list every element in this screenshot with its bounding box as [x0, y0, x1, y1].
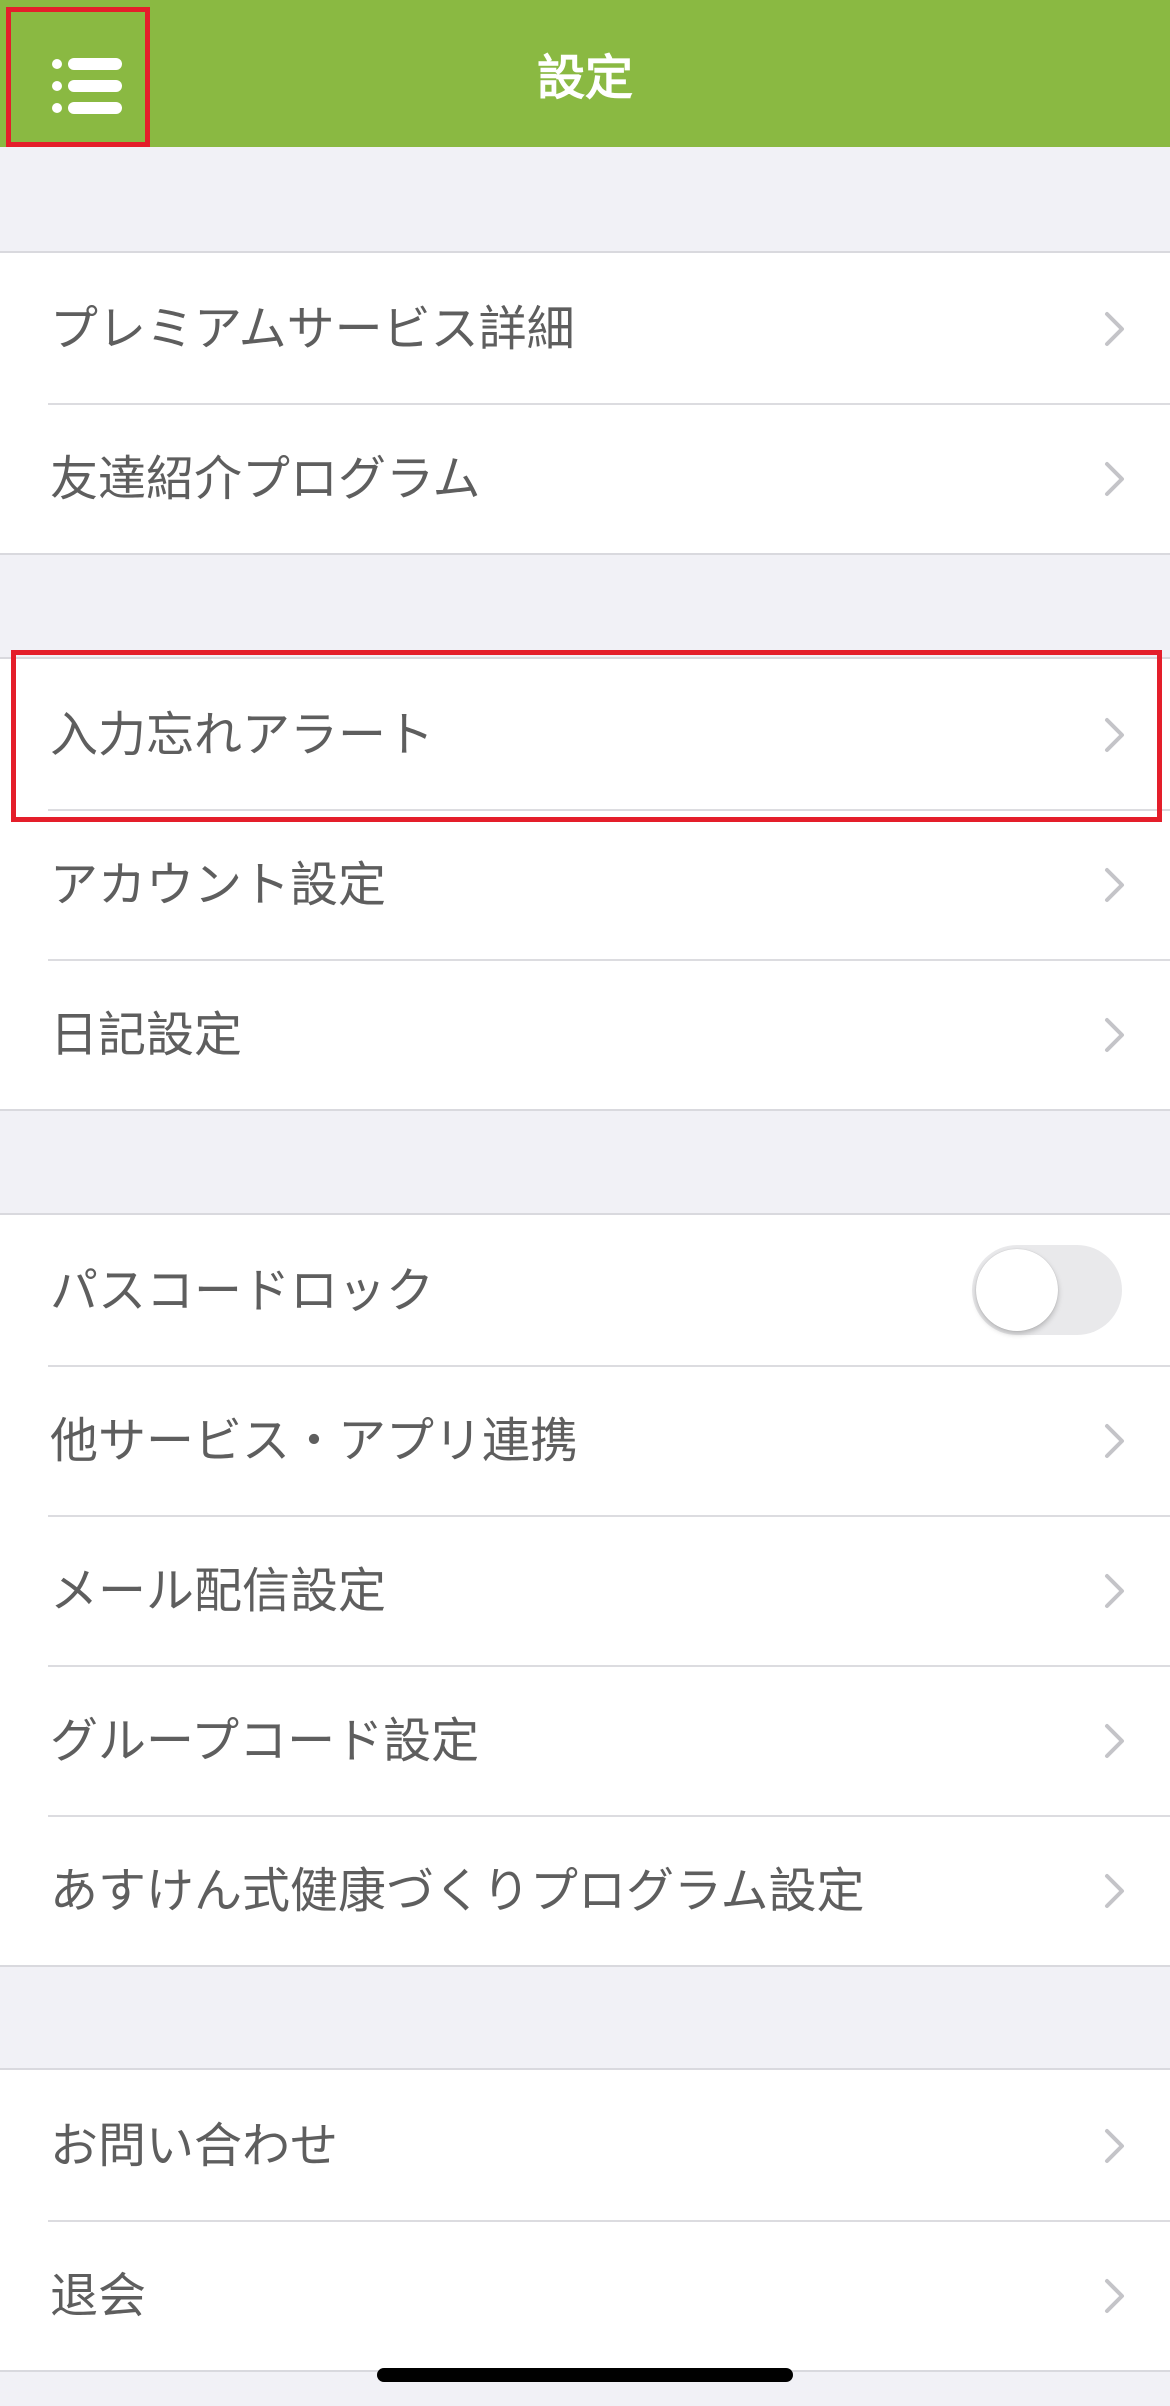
settings-row-health-program[interactable]: あすけん式健康づくりプログラム設定 [0, 1815, 1170, 1965]
passcode-lock-toggle[interactable] [972, 1245, 1122, 1335]
menu-button[interactable] [6, 7, 150, 147]
settings-row-diary[interactable]: 日記設定 [0, 959, 1170, 1109]
nav-bar: 設定 [0, 0, 1170, 147]
chevron-right-icon [1105, 312, 1124, 346]
settings-row-referral-program[interactable]: 友達紹介プログラム [0, 403, 1170, 553]
row-label: あすけん式健康づくりプログラム設定 [50, 1863, 865, 1919]
settings-group-support: お問い合わせ 退会 [0, 2068, 1170, 2372]
page-title: 設定 [536, 50, 633, 106]
chevron-right-icon [1105, 462, 1124, 496]
row-label: お問い合わせ [50, 2118, 339, 2174]
row-label: 他サービス・アプリ連携 [50, 1413, 579, 1469]
list-menu-icon [52, 58, 122, 114]
toggle-knob [976, 1249, 1058, 1331]
row-label: メール配信設定 [50, 1563, 387, 1619]
settings-group-premium: プレミアムサービス詳細 友達紹介プログラム [0, 251, 1170, 555]
row-label: 入力忘れアラート [50, 707, 435, 763]
row-label: パスコードロック [50, 1263, 435, 1319]
chevron-right-icon [1105, 1424, 1124, 1458]
settings-row-contact[interactable]: お問い合わせ [0, 2070, 1170, 2220]
settings-row-mail-delivery[interactable]: メール配信設定 [0, 1515, 1170, 1665]
settings-group-security: パスコードロック 他サービス・アプリ連携 メール配信設定 グループコード設定 あ… [0, 1213, 1170, 1967]
settings-row-app-integration[interactable]: 他サービス・アプリ連携 [0, 1365, 1170, 1515]
chevron-right-icon [1105, 1874, 1124, 1908]
row-label: 友達紹介プログラム [50, 451, 481, 507]
settings-row-account[interactable]: アカウント設定 [0, 809, 1170, 959]
settings-row-passcode-lock: パスコードロック [0, 1215, 1170, 1365]
row-label: プレミアムサービス詳細 [50, 301, 575, 357]
settings-row-input-reminder[interactable]: 入力忘れアラート [0, 659, 1170, 809]
chevron-right-icon [1105, 868, 1124, 902]
chevron-right-icon [1105, 718, 1124, 752]
row-label: 退会 [50, 2268, 147, 2324]
home-indicator [377, 2368, 793, 2382]
chevron-right-icon [1105, 2129, 1124, 2163]
chevron-right-icon [1105, 1574, 1124, 1608]
settings-row-premium-service[interactable]: プレミアムサービス詳細 [0, 253, 1170, 403]
chevron-right-icon [1105, 1724, 1124, 1758]
settings-row-group-code[interactable]: グループコード設定 [0, 1665, 1170, 1815]
settings-group-account: 入力忘れアラート アカウント設定 日記設定 [0, 657, 1170, 1111]
chevron-right-icon [1105, 1018, 1124, 1052]
row-label: アカウント設定 [50, 857, 387, 913]
chevron-right-icon [1105, 2279, 1124, 2313]
settings-row-withdraw[interactable]: 退会 [0, 2220, 1170, 2370]
row-label: グループコード設定 [50, 1713, 480, 1769]
row-label: 日記設定 [50, 1007, 243, 1063]
